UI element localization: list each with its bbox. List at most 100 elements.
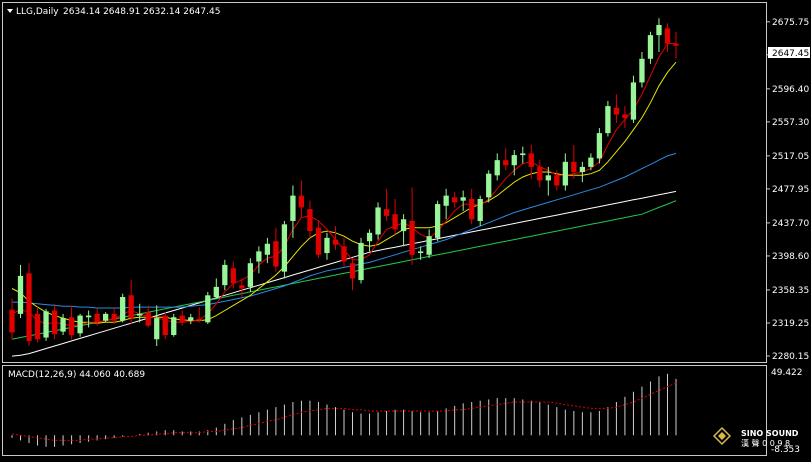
candle-body [613,107,620,115]
candle-body [26,273,32,341]
candle-body [307,209,313,232]
candle [230,261,236,289]
candle-body [188,317,194,321]
candle-body [503,160,509,166]
candle-body [486,173,492,198]
candle-body [103,313,109,321]
candle-body [68,317,75,336]
candle [409,187,415,265]
candles [9,18,679,346]
candle [171,313,177,337]
candle [349,258,356,291]
candle [400,214,407,247]
candle-body [375,207,381,235]
candle [77,313,83,337]
candle [460,190,466,211]
candle [307,200,313,238]
symbol-timeframe: LLG,Daily [16,7,59,17]
candle [486,170,492,203]
candle [579,161,585,183]
watermark-chinese: 漢 聲 0 0 9 8 [741,438,790,448]
candle [596,128,603,164]
candle-body [128,295,134,319]
ma-fast-line [11,43,676,327]
moving-averages [11,43,677,357]
candle [622,106,628,129]
candle-body [392,214,398,230]
macd-label: MACD(12,26,9) 44.060 40.689 [8,370,145,380]
candle [673,31,679,59]
candle-body [579,166,585,172]
candle-body [469,199,475,220]
candle [392,199,398,235]
candle [68,305,75,340]
candle-body [247,263,253,287]
candle-body [162,315,168,336]
candle [205,291,211,325]
candle-body [94,313,100,323]
candle-body [656,24,662,36]
candle [34,307,41,343]
candle-body [222,264,228,286]
candle-body [358,242,364,281]
candle-body [520,153,526,156]
candle-body [239,285,245,289]
candle-body [460,197,466,201]
candle-body [452,197,458,203]
triangle-down-icon[interactable] [7,9,13,13]
candle-body [60,318,66,332]
candle-body [332,239,339,245]
candle-body [409,220,415,255]
candle-body [664,28,671,44]
candle [256,246,262,274]
candle-body [435,204,441,238]
candle-body [154,318,160,340]
candle [647,31,654,64]
candle-body [426,236,432,255]
candle-body [315,227,322,255]
price-axis-label: 2437.70 [772,219,809,229]
candle-body [673,43,679,46]
price-axis-label: 2517.05 [772,152,809,162]
chart-window[interactable]: LLG,Daily 2634.14 2648.91 2632.14 2647.4… [0,0,811,458]
candle-body [145,312,151,326]
candle [358,237,364,284]
current-price-tag: 2647.45 [772,49,809,59]
candle [188,313,194,325]
candle [452,192,458,208]
candle-body [111,313,117,321]
watermark: SINO SOUND 漢 聲 0 0 9 8 [712,426,799,448]
candle-body [596,133,603,159]
price-axis-label: 2477.95 [772,185,809,195]
price-axis-label: 2596.40 [772,85,809,95]
candle [43,308,49,341]
candle-body [494,160,500,176]
candle [9,298,15,340]
candle-body [34,313,41,340]
price-axis-label: 2358.35 [772,286,809,296]
candle-body [256,251,262,262]
price-axis: 2675.752636.652596.402557.302517.052477.… [766,18,809,362]
candle-body [137,313,143,316]
candle [298,180,305,218]
chart-canvas[interactable]: LLG,Daily 2634.14 2648.91 2632.14 2647.4… [0,0,811,458]
candle-body [281,224,288,272]
candle [315,220,322,259]
diamond-logo-inner-icon [718,432,726,440]
candle-body [630,82,637,120]
ma-slow-line [11,61,677,324]
candle-body [324,237,330,254]
candle-body [639,58,645,83]
candle [613,94,620,123]
candle-body [213,286,219,297]
candle [469,188,475,225]
candle-body [290,195,296,221]
candle [630,75,637,123]
macd-axis-top: 49.422 [771,368,803,378]
ohlc-readout: 2634.14 2648.91 2632.14 2647.45 [63,7,220,17]
candle-body [17,275,24,314]
candle [639,52,645,88]
candle-body [400,219,407,232]
candle-body [264,243,271,255]
candle [51,303,58,340]
